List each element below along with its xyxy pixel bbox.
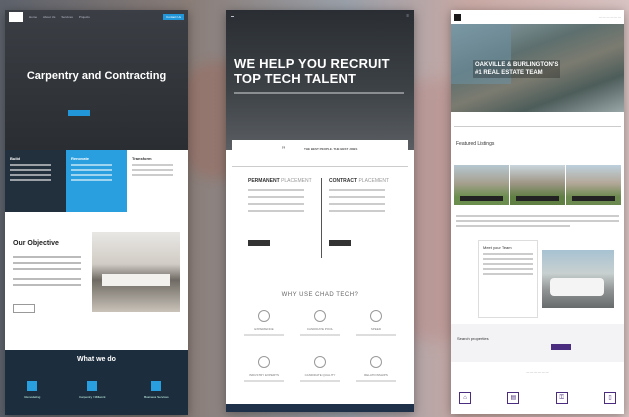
hammer-icon: [27, 381, 38, 391]
nav-item[interactable]: About Us: [43, 15, 55, 19]
listing-card[interactable]: [454, 165, 509, 205]
services-heading: What we do: [77, 356, 116, 363]
band-button[interactable]: [551, 344, 571, 350]
search-properties-band: Search properties: [451, 324, 624, 362]
nav-item[interactable]: Home: [29, 15, 37, 19]
feature-transform: Transform: [127, 150, 188, 212]
placement-section: PERMANENT PLACEMENT CONTRACT PLACEMENT: [226, 178, 414, 278]
nav-links[interactable]: — — — — — —: [599, 15, 621, 19]
listings-heading: Featured Listings: [456, 141, 495, 147]
clock-icon: [370, 310, 382, 322]
recruiting-hero: ▬ ☰ WE HELP YOU RECRUIT TOP TECH TALENT: [226, 10, 414, 150]
objective-heading: Our Objective: [13, 240, 59, 247]
aerial-city-photo: OAKVILLE & BURLINGTON'S #1 REAL ESTATE T…: [451, 24, 624, 112]
nav-item[interactable]: Projects: [79, 15, 90, 19]
quote-icon: ”: [282, 145, 285, 155]
document-icon[interactable]: ▯: [603, 392, 616, 404]
feature-build: Build: [5, 150, 66, 212]
intro-text: [456, 215, 619, 227]
benefit-label: SPEED: [370, 327, 382, 331]
recruiting-hero-title: WE HELP YOU RECRUIT TOP TECH TALENT: [234, 56, 390, 86]
benefit-label: CANDIDATE POOL: [306, 327, 334, 331]
listing-card[interactable]: [510, 165, 565, 205]
contract-label: CONTRACT: [329, 178, 358, 184]
construction-hero-subtitle: [30, 98, 163, 102]
feature-heading: Build: [10, 156, 20, 161]
tagline-text: THE BEST PEOPLE. THE BEST JOBS: [304, 147, 358, 151]
recruiting-nav: ▬ ☰: [226, 10, 414, 22]
feature-renovate: Renovate: [66, 150, 127, 212]
contact-button[interactable]: Contact Us: [163, 14, 184, 20]
listing-card[interactable]: [566, 165, 621, 205]
realestate-nav: — — — — — —: [451, 10, 624, 24]
hero-title-line: #1 REAL ESTATE TEAM: [475, 70, 543, 76]
nav-item[interactable]: Services: [61, 15, 73, 19]
key-icon[interactable]: ⚿: [555, 392, 568, 404]
contract-button[interactable]: [329, 240, 351, 246]
divider: [321, 178, 322, 258]
saw-icon: [87, 381, 98, 391]
home-icon[interactable]: ⌂: [459, 392, 471, 404]
recruiting-site-screenshot[interactable]: ▬ ☰ WE HELP YOU RECRUIT TOP TECH TALENT …: [226, 10, 414, 412]
benefit-label: RELATIONSHIPS: [364, 373, 388, 377]
benefits-grid: EXPERIENCE CANDIDATE POOL SPEED INDUSTRY…: [236, 310, 404, 382]
recruiting-footer: [226, 404, 414, 412]
construction-site-screenshot[interactable]: Home About Us Services Projects Contact …: [5, 10, 188, 415]
primary-cta-button[interactable]: [67, 110, 90, 116]
listing-gallery: [454, 165, 621, 205]
tagline-band: ” THE BEST PEOPLE. THE BEST JOBS: [232, 140, 408, 167]
check-icon: [314, 356, 326, 368]
feature-strip: Build Renovate Transform: [5, 150, 188, 212]
recruiting-hero-subtitle: [234, 92, 404, 94]
search-bar[interactable]: [454, 116, 621, 127]
permanent-label: PERMANENT: [248, 178, 280, 184]
recruiting-logo[interactable]: ▬: [231, 14, 234, 18]
car-photo: [542, 250, 614, 308]
construction-hero: Home About Us Services Projects Contact …: [5, 10, 188, 150]
star-icon: [258, 356, 270, 368]
find-text: — — — — — —: [526, 370, 549, 374]
service-label: Remodeling: [24, 395, 41, 399]
people-icon: [314, 310, 326, 322]
chart-icon[interactable]: ▤: [507, 392, 520, 404]
nav-menu-icon[interactable]: ☰: [406, 14, 409, 18]
building-icon: [151, 381, 162, 391]
realestate-logo[interactable]: [454, 13, 461, 21]
services-section: What we do Remodeling Carpentry / Millwo…: [5, 350, 188, 415]
benefit-label: CANDIDATE QUALITY: [304, 373, 336, 377]
objective-section: Our Objective: [5, 212, 188, 340]
realestate-site-screenshot[interactable]: — — — — — — OAKVILLE & BURLINGTON'S #1 R…: [451, 10, 624, 414]
band-heading: Search properties: [457, 336, 489, 341]
car-shape: [550, 278, 604, 296]
service-label: Carpentry / Millwork: [78, 395, 106, 399]
benefit-label: INDUSTRY EXPERTS: [248, 373, 279, 377]
construction-logo[interactable]: [9, 12, 23, 22]
team-card-text: Meet your Team: [478, 240, 538, 318]
secondary-cta-button[interactable]: [104, 110, 126, 116]
permanent-placement: PERMANENT PLACEMENT: [248, 178, 328, 246]
team-card-heading: Meet your Team: [483, 245, 512, 250]
team-card: Meet your Team: [478, 240, 614, 320]
realestate-icons: ⌂ ▤ ⚿ ▯: [459, 392, 616, 404]
permanent-button[interactable]: [248, 240, 270, 246]
why-heading: WHY USE CHAD TECH?: [281, 292, 359, 298]
service-label: Business Services: [144, 395, 169, 399]
kitchen-photo: [92, 232, 180, 312]
benefit-label: EXPERIENCE: [254, 327, 274, 331]
experience-icon: [258, 310, 270, 322]
hero-title-line: OAKVILLE & BURLINGTON'S: [475, 62, 559, 68]
handshake-icon: [370, 356, 382, 368]
construction-hero-title: Carpentry and Contracting: [26, 70, 167, 82]
construction-nav: Home About Us Services Projects Contact …: [5, 10, 188, 24]
contract-placement: CONTRACT PLACEMENT: [329, 178, 409, 246]
realestate-hero-title: OAKVILLE & BURLINGTON'S #1 REAL ESTATE T…: [473, 60, 561, 78]
contract-suffix: PLACEMENT: [358, 178, 390, 184]
feature-heading: Transform: [132, 156, 152, 161]
feature-heading: Renovate: [71, 156, 90, 161]
permanent-suffix: PLACEMENT: [281, 178, 312, 184]
learn-more-button[interactable]: [13, 304, 35, 313]
